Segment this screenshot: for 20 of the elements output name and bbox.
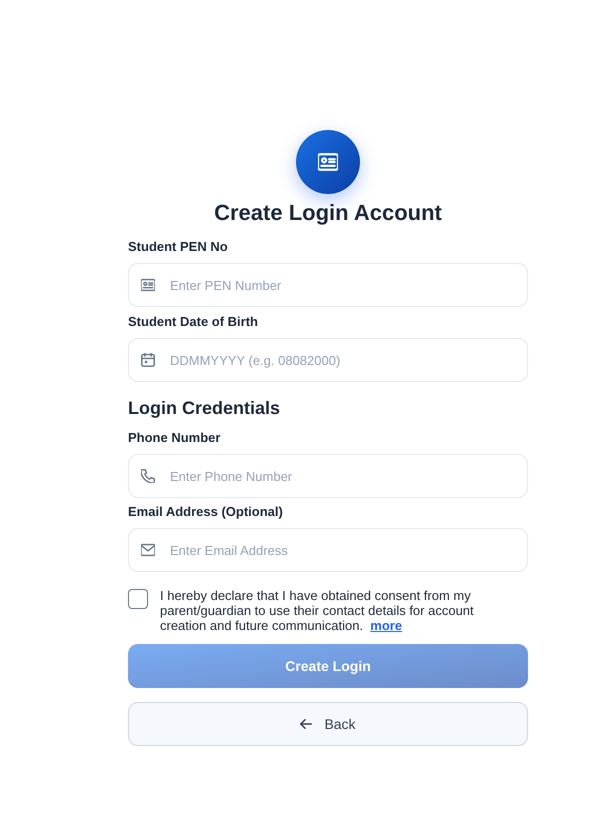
section-title: Login Credentials	[128, 397, 282, 420]
checkbox[interactable]	[128, 589, 148, 609]
more-link[interactable]: more	[370, 618, 402, 633]
field-label: Phone Number	[128, 430, 222, 446]
phone-icon	[141, 469, 155, 483]
back-button[interactable]: Back	[128, 702, 528, 746]
input-field[interactable]: DDMMYYYY (e.g. 08082000)	[128, 338, 528, 382]
page-title: Create Login Account	[213, 199, 443, 227]
envelope-icon	[141, 543, 155, 557]
arrow-left-icon	[300, 719, 312, 729]
id-card-icon	[296, 130, 360, 194]
input-field[interactable]: Enter Phone Number	[128, 454, 528, 498]
input-field[interactable]: Enter Email Address	[128, 528, 528, 572]
id-card-icon	[141, 278, 155, 292]
consent-text: I hereby declare that I have obtained consent from my parent/guardian to use their contact details for account creation and future communication. more	[160, 588, 475, 633]
calendar-icon	[141, 353, 155, 367]
field-label: Email Address (Optional)	[128, 504, 284, 520]
field-label: Student Date of Birth	[128, 314, 259, 330]
input-field[interactable]: Enter PEN Number	[128, 263, 528, 307]
field-label: Student PEN No	[128, 239, 229, 255]
